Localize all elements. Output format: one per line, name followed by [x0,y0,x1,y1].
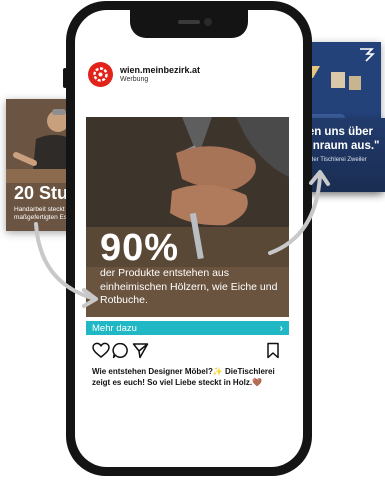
phone-notch [130,10,248,38]
speaker-grille [178,20,200,24]
sponsored-label: Werbung [120,75,149,83]
account-avatar[interactable] [88,62,113,87]
meinbezirk-logo-icon [93,67,108,82]
cta-label: Mehr dazu [92,322,137,334]
post-image[interactable]: 90% der Produkte entstehen aus einheimis… [86,117,289,317]
headline-percent: 90% [100,227,180,269]
mehr-dazu-button[interactable]: Mehr dazu › [86,321,289,335]
tischlerei-logo-icon [360,48,375,62]
account-name[interactable]: wien.meinbezirk.at [120,65,200,76]
post-header[interactable]: wien.meinbezirk.at Werbung [88,62,200,87]
front-camera [204,18,212,26]
left-card-subtext: Handarbeit steckt in maßgefertigten Esst… [14,206,74,221]
heart-icon[interactable] [92,342,110,359]
headline-text: der Produkte entstehen aus einheimischen… [100,267,278,307]
bookmark-icon[interactable] [266,342,280,359]
post-action-bar [92,342,288,360]
comment-icon[interactable] [112,342,129,359]
chevron-right-icon: › [279,322,283,334]
share-icon[interactable] [132,342,149,359]
post-caption: Wie entstehen Designer Möbel?✨ DieTischl… [92,367,275,388]
